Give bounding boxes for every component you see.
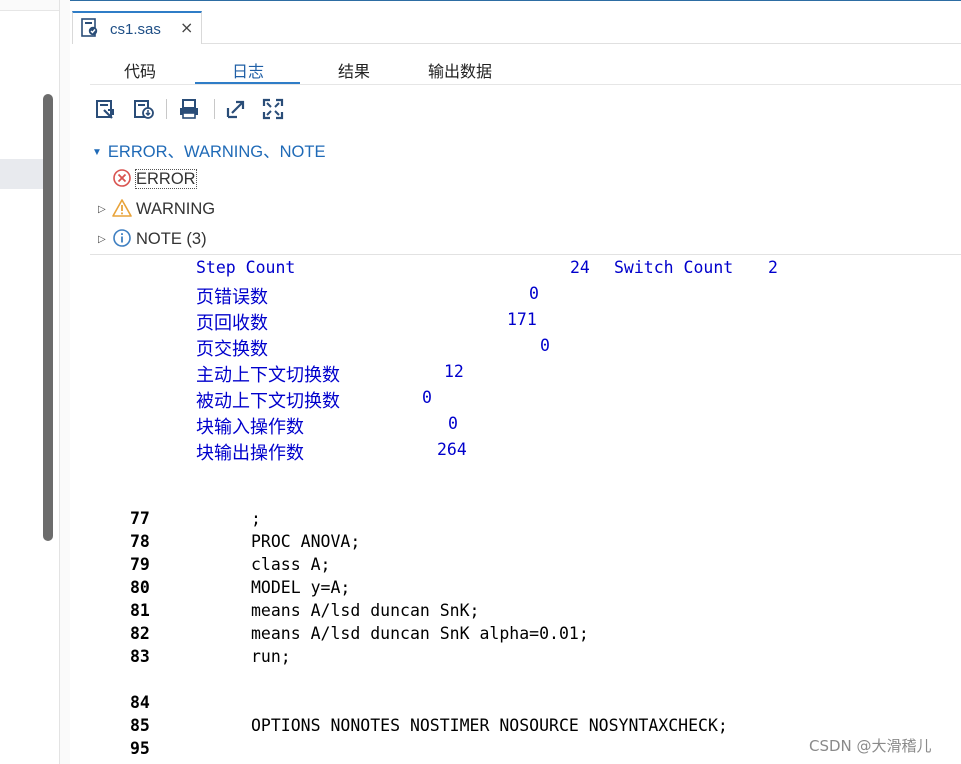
log-stat-value: 12 [444,362,464,381]
tree-item-warning-label: WARNING [136,200,216,218]
window-top-edge [70,0,961,1]
log-stat-label: 页交换数 [196,339,268,360]
log-stat-label: 主动上下文切换数 [196,365,340,386]
tree-root-label: ERROR、WARNING、NOTE [107,143,326,161]
log-stat-label: 被动上下文切换数 [196,391,340,412]
tree-item-note[interactable]: ▷ NOTE (3) [98,228,207,249]
line-number: 77 [130,509,150,528]
editor-tab-label: cs1.sas [110,21,161,38]
toolbar-separator [166,99,167,119]
panel-gutter [60,0,70,764]
left-panel-header [0,0,59,11]
line-number: 85 [130,716,150,735]
tab-code[interactable]: 代码 [110,58,170,82]
code-line: means A/lsd duncan SnK; [251,601,480,620]
log-step-count-value: 24 [570,258,590,277]
code-line: MODEL y=A; [251,578,351,597]
save-as-icon[interactable] [133,98,155,120]
code-line: means A/lsd duncan SnK alpha=0.01; [251,624,589,643]
tab-results[interactable]: 结果 [324,58,384,82]
line-number: 79 [130,555,150,574]
log-stat-label: 块输入操作数 [196,417,304,438]
line-number: 78 [130,532,150,551]
line-number: 83 [130,647,150,666]
open-new-window-icon[interactable] [225,98,247,120]
log-stat-label: 页错误数 [196,287,268,308]
watermark: CSDN @大滑稽儿 [809,737,932,755]
error-icon [113,169,131,187]
log-stat-value: 0 [422,388,432,407]
toolbar-separator [214,99,215,119]
close-icon[interactable]: × [180,18,193,37]
log-stat-value: 0 [448,414,458,433]
left-panel-selected-row[interactable] [0,159,43,189]
info-icon [113,229,131,247]
log-switch-count-label: Switch Count [614,258,734,277]
line-number: 95 [130,739,150,758]
maximize-icon[interactable] [262,98,284,120]
caret-right-icon: ▷ [98,204,106,215]
print-icon[interactable] [178,98,200,120]
caret-down-icon: ▼ [92,147,102,158]
log-stat-value: 171 [507,310,537,329]
log-stat-value: 0 [540,336,550,355]
log-stat-value: 0 [529,284,539,303]
log-switch-count-value: 2 [768,258,778,277]
warning-icon [112,199,132,217]
left-panel-scrollbar[interactable] [43,94,53,541]
tree-item-warning[interactable]: ▷ WARNING [98,198,215,219]
tree-item-error[interactable]: ERROR [112,168,197,189]
view-tabs-border [90,84,961,85]
line-number: 81 [130,601,150,620]
tree-item-note-label: NOTE (3) [136,230,207,248]
tab-bar-border [202,43,961,44]
tab-log[interactable]: 日志 [218,58,278,82]
code-line: OPTIONS NONOTES NOSTIMER NOSOURCE NOSYNT… [251,716,728,735]
caret-right-icon: ▷ [98,234,106,245]
log-stat-label: 块输出操作数 [196,443,304,464]
sas-program-icon [81,18,98,37]
code-line: run; [251,647,291,666]
line-number: 80 [130,578,150,597]
log-stat-value: 264 [437,440,467,459]
code-line: ; [251,509,261,528]
tab-output-data[interactable]: 输出数据 [420,58,500,82]
editor-tab-cs1[interactable]: cs1.sas × [72,11,202,44]
tree-root-diagnostics[interactable]: ▼ ERROR、WARNING、NOTE [92,138,325,162]
tree-log-divider [90,254,961,255]
log-stat-label: 页回收数 [196,313,268,334]
code-line: class A; [251,555,331,574]
code-line: PROC ANOVA; [251,532,361,551]
tree-item-error-label: ERROR [135,169,197,189]
save-log-icon[interactable] [95,98,117,120]
line-number: 82 [130,624,150,643]
log-step-count-label: Step Count [196,258,296,277]
left-panel [0,0,60,764]
line-number: 84 [130,693,150,712]
